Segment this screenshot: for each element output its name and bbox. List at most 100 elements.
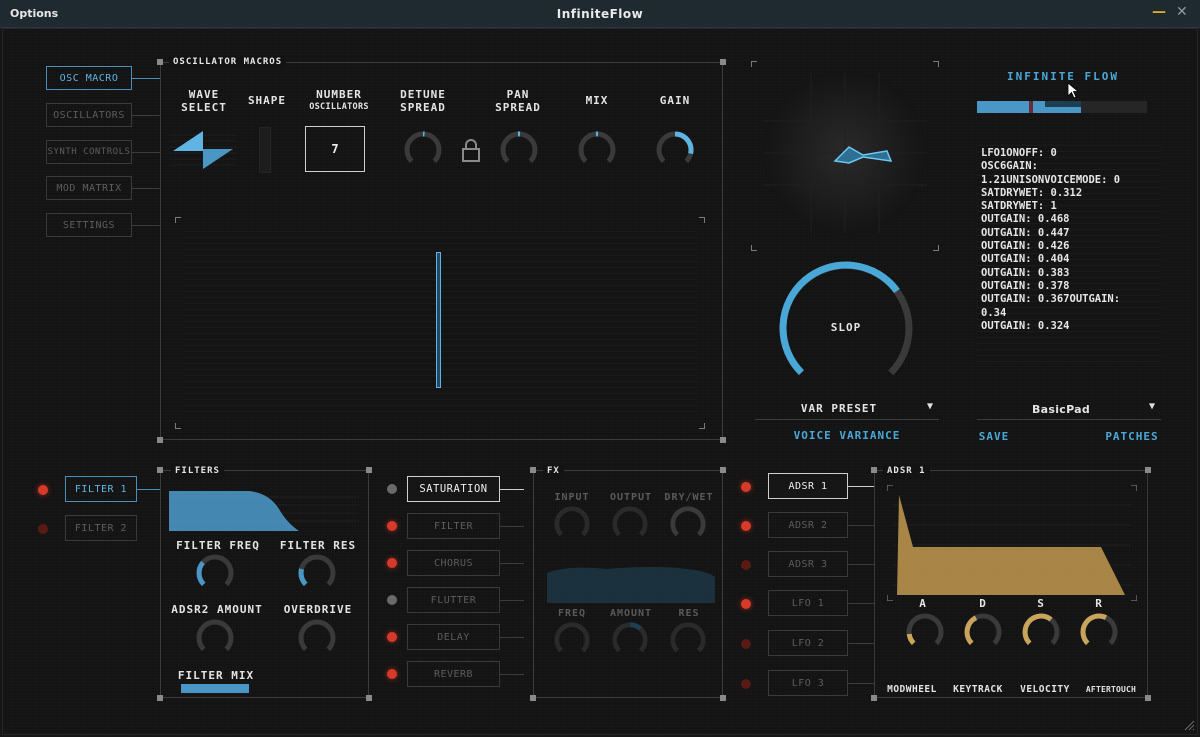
lfo2-led[interactable]: [741, 639, 751, 649]
fx-flutter-button[interactable]: FLUTTER: [407, 587, 500, 613]
modwheel-label[interactable]: MODWHEEL: [879, 683, 945, 696]
adsr-d-label: D: [979, 597, 987, 610]
filter-fx-led[interactable]: [387, 521, 397, 531]
env-lfo1-button[interactable]: LFO 1: [768, 590, 848, 616]
adsr-a-label: A: [919, 597, 927, 610]
fx-res-label: RES: [678, 608, 700, 619]
chorus-led[interactable]: [387, 558, 397, 568]
resize-grip-icon[interactable]: [1183, 719, 1195, 731]
pan-spread-knob[interactable]: [499, 130, 539, 170]
panel-corner: [366, 467, 372, 473]
panel-corner: [530, 695, 536, 701]
filter-response-graph: [169, 491, 359, 531]
overdrive-knob[interactable]: [297, 618, 337, 658]
wave-select-icon[interactable]: [169, 129, 237, 171]
nav-synth-controls[interactable]: SYNTH CONTROLS: [46, 140, 132, 164]
filter-mix-label: FILTER MIX: [177, 669, 255, 682]
adsr1-led[interactable]: [741, 482, 751, 492]
flow-progress-segment: [1045, 101, 1081, 107]
adsr2-amount-knob[interactable]: [195, 618, 235, 658]
patches-button[interactable]: PATCHES: [1103, 430, 1161, 443]
var-preset-dropdown[interactable]: VAR PRESET ▼: [755, 400, 939, 420]
shape-slider[interactable]: [259, 127, 271, 173]
filter-freq-knob[interactable]: [195, 553, 235, 593]
panel-corner: [530, 467, 536, 473]
fx-drywet-knob[interactable]: [669, 505, 707, 543]
filter-freq-label: FILTER FREQ: [176, 539, 260, 552]
fx-drywet-label: DRY/WET: [664, 492, 714, 503]
keytrack-label[interactable]: KEYTRACK: [947, 683, 1009, 696]
adsr3-led[interactable]: [741, 560, 751, 570]
mix-knob[interactable]: [577, 130, 617, 170]
adsr-r-label: R: [1095, 597, 1103, 610]
fx-saturation-button[interactable]: SATURATION: [407, 476, 500, 502]
minimize-icon[interactable]: —: [1152, 4, 1166, 20]
tab-filter-2[interactable]: FILTER 2: [65, 515, 137, 541]
adsr-s-label: S: [1037, 597, 1045, 610]
adsr-attack-knob[interactable]: [905, 612, 945, 652]
env-connector: [848, 525, 874, 526]
aftertouch-label[interactable]: AFTERTOUCH: [1079, 683, 1143, 696]
dropdown-arrow-icon: ▼: [1149, 401, 1156, 412]
tab-filter-1[interactable]: FILTER 1: [65, 476, 137, 502]
nav-connector: [132, 225, 160, 226]
fx-amount-knob[interactable]: [611, 621, 649, 659]
fx-chorus-button[interactable]: CHORUS: [407, 550, 500, 576]
dropdown-arrow-icon: ▼: [927, 401, 934, 412]
nav-osc-macro[interactable]: OSC MACRO: [46, 66, 132, 90]
flutter-led[interactable]: [387, 595, 397, 605]
panel-corner: [720, 59, 726, 65]
flow-progress-track[interactable]: [977, 101, 1147, 113]
panel-corner: [157, 467, 163, 473]
adsr-decay-knob[interactable]: [963, 612, 1003, 652]
panel-corner: [1145, 467, 1151, 473]
nav-settings[interactable]: SETTINGS: [46, 213, 132, 237]
mix-label: MIX: [585, 94, 609, 107]
adsr2-led[interactable]: [741, 521, 751, 531]
fx-filter-button[interactable]: FILTER: [407, 513, 500, 539]
env-lfo3-button[interactable]: LFO 3: [768, 670, 848, 696]
slop-label: SLOP: [830, 321, 862, 334]
lock-icon[interactable]: [461, 138, 481, 162]
detune-spread-knob[interactable]: [403, 130, 443, 170]
fx-reverb-button[interactable]: REVERB: [407, 661, 500, 687]
fx-input-knob[interactable]: [553, 505, 591, 543]
number-oscillators-box[interactable]: 7: [305, 126, 365, 172]
tab-connector: [137, 489, 161, 490]
lfo3-led[interactable]: [741, 679, 751, 689]
filter-mix-slider[interactable]: [181, 684, 249, 693]
panel-corner: [157, 695, 163, 701]
nav-oscillators[interactable]: OSCILLATORS: [46, 103, 132, 127]
osc-macros-title: OSCILLATOR MACROS: [169, 56, 287, 69]
filter2-led[interactable]: [38, 524, 48, 534]
close-icon[interactable]: ✕: [1176, 4, 1190, 20]
filter-res-knob[interactable]: [297, 553, 337, 593]
fx-output-knob[interactable]: [611, 505, 649, 543]
env-adsr2-button[interactable]: ADSR 2: [768, 512, 848, 538]
nav-mod-matrix[interactable]: MOD MATRIX: [46, 176, 132, 200]
delay-led[interactable]: [387, 632, 397, 642]
fx-res-knob[interactable]: [669, 621, 707, 659]
fx-output-label: OUTPUT: [609, 492, 653, 503]
saturation-led[interactable]: [387, 484, 397, 494]
patch-dropdown[interactable]: BasicPad ▼: [977, 400, 1161, 420]
fx-delay-button[interactable]: DELAY: [407, 624, 500, 650]
panel-corner: [1145, 695, 1151, 701]
filter1-led[interactable]: [38, 485, 48, 495]
reverb-led[interactable]: [387, 669, 397, 679]
fx-connector: [500, 674, 524, 675]
adsr-release-knob[interactable]: [1079, 612, 1119, 652]
detune-spread-label: DETUNE SPREAD: [400, 88, 446, 114]
adsr-sustain-knob[interactable]: [1021, 612, 1061, 652]
fx-freq-knob[interactable]: [553, 621, 591, 659]
lfo1-led[interactable]: [741, 599, 751, 609]
velocity-label[interactable]: VELOCITY: [1013, 683, 1077, 696]
env-lfo2-button[interactable]: LFO 2: [768, 630, 848, 656]
env-adsr3-button[interactable]: ADSR 3: [768, 551, 848, 577]
filters-title: FILTERS: [171, 465, 224, 478]
gain-knob[interactable]: [655, 130, 695, 170]
panel-corner: [720, 437, 726, 443]
nav-connector: [132, 78, 160, 79]
save-button[interactable]: SAVE: [977, 430, 1011, 443]
env-adsr1-button[interactable]: ADSR 1: [768, 473, 848, 499]
